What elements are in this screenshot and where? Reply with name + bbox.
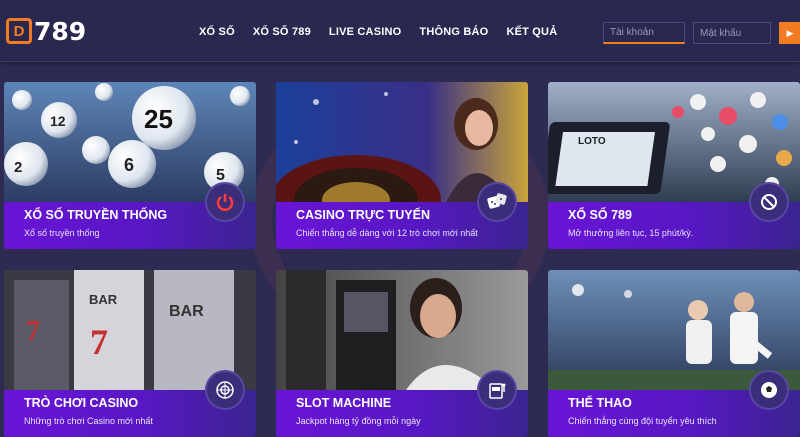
svg-text:BAR: BAR <box>169 303 204 320</box>
password-input[interactable] <box>693 22 771 44</box>
svg-text:7: 7 <box>90 322 108 362</box>
svg-text:2: 2 <box>14 159 22 176</box>
logo-letter: D <box>13 22 25 40</box>
card-subtitle: Xổ số truyền thống <box>24 228 100 238</box>
svg-text:12: 12 <box>50 113 66 129</box>
card-title: TRÒ CHƠI CASINO <box>24 396 139 410</box>
card-title: XỔ SỐ 789 <box>568 208 632 222</box>
logo[interactable]: D 789 <box>6 16 86 46</box>
card-xo-so-truyen-thong[interactable]: 12 2 6 25 5 XỔ SỐ TRUYỀN THỐNG Xổ số tru… <box>4 82 256 249</box>
nav-item-xo-so-789[interactable]: XỔ SỐ 789 <box>253 26 311 38</box>
card-title: SLOT MACHINE <box>296 396 392 410</box>
card-subtitle: Chiến thắng dễ dàng với 12 trò chơi mới … <box>296 228 478 238</box>
main-nav: XỔ SỐ XỔ SỐ 789 LIVE CASINO THÔNG BÁO KẾ… <box>199 26 575 38</box>
card-tro-choi-casino[interactable]: BAR 7 BAR 7 TRÒ CHƠI CASINO Những trò ch… <box>4 270 256 437</box>
card-xo-so-789[interactable]: LOTO XỔ SỐ 789 Mở thưởng liên tục, 15 ph… <box>548 82 800 249</box>
header: D 789 XỔ SỐ XỔ SỐ 789 LIVE CASINO THÔNG … <box>0 0 800 62</box>
card-title: THỂ THAO <box>568 396 632 410</box>
card-title: XỔ SỐ TRUYỀN THỐNG <box>24 208 168 222</box>
card-subtitle: Những trò chơi Casino mới nhất <box>24 416 153 426</box>
username-input[interactable] <box>603 22 685 44</box>
roulette-icon <box>205 370 245 410</box>
card-subtitle: Jackpot hàng tỷ đồng mỗi ngày <box>296 416 421 426</box>
svg-text:LOTO: LOTO <box>578 136 606 147</box>
dice-icon <box>477 182 517 222</box>
svg-text:BAR: BAR <box>89 292 118 307</box>
nav-item-ket-qua[interactable]: KẾT QUẢ <box>506 26 557 38</box>
soccer-ball-icon <box>749 370 789 410</box>
logo-text: 789 <box>34 16 87 46</box>
slot-machine-icon <box>477 370 517 410</box>
svg-text:25: 25 <box>144 104 173 134</box>
login-submit-button[interactable]: ▶ <box>779 22 800 44</box>
card-slot-machine[interactable]: SLOT MACHINE Jackpot hàng tỷ đồng mỗi ng… <box>276 270 528 437</box>
power-icon <box>205 182 245 222</box>
card-subtitle: Chiến thắng cùng đội tuyển yêu thích <box>568 416 717 426</box>
arrow-right-icon: ▶ <box>786 27 794 38</box>
svg-text:6: 6 <box>124 155 134 175</box>
logo-mark: D <box>6 18 32 44</box>
card-subtitle: Mở thưởng liên tục, 15 phút/kỳ. <box>568 228 694 238</box>
card-title: CASINO TRỰC TUYẾN <box>296 208 430 222</box>
nav-item-xo-so[interactable]: XỔ SỐ <box>199 26 235 38</box>
nav-item-live-casino[interactable]: LIVE CASINO <box>329 26 402 38</box>
lottery-icon <box>749 182 789 222</box>
nav-item-thong-bao[interactable]: THÔNG BÁO <box>419 26 488 38</box>
card-the-thao[interactable]: THỂ THAO Chiến thắng cùng đội tuyển yêu … <box>548 270 800 437</box>
svg-text:7: 7 <box>26 316 40 347</box>
card-casino-truc-tuyen[interactable]: CASINO TRỰC TUYẾN Chiến thắng dễ dàng vớ… <box>276 82 528 249</box>
